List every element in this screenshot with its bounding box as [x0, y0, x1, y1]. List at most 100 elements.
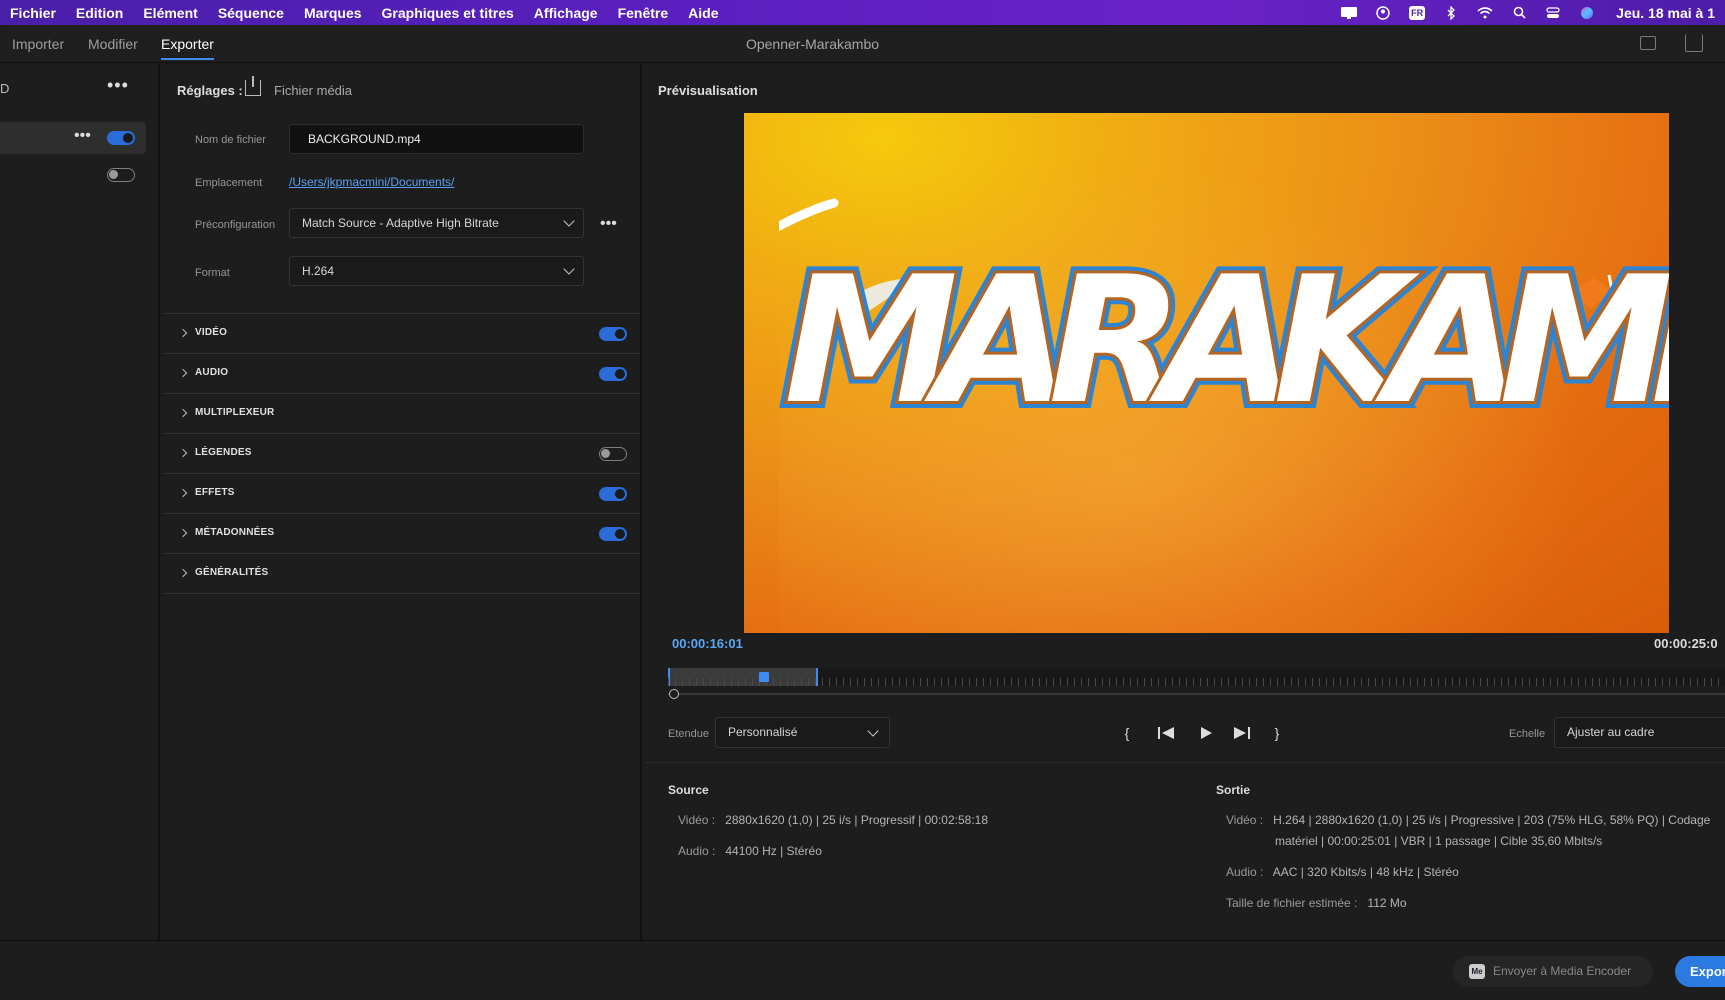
filename-input[interactable]: BACKGROUND.mp4: [289, 124, 584, 154]
chevron-right-icon: [178, 328, 188, 338]
workspace-header: Importer Modifier Exporter Openner-Marak…: [0, 25, 1725, 63]
share-icon[interactable]: [1685, 34, 1703, 52]
preset-select-value: Match Source - Adaptive High Bitrate: [302, 216, 499, 230]
send-to-media-encoder-label: Envoyer à Media Encoder: [1493, 964, 1632, 978]
menu-fichier[interactable]: Fichier: [0, 5, 66, 21]
range-select[interactable]: Personnalisé: [715, 717, 890, 748]
preview-title: Prévisualisation: [658, 83, 758, 98]
menu-fenetre[interactable]: Fenêtre: [608, 5, 679, 21]
input-source-icon[interactable]: FR: [1400, 0, 1434, 25]
filesize-line: Taille de fichier estimée : 112 Mo: [1226, 896, 1407, 910]
source-video-key: Vidéo :: [678, 813, 716, 827]
display-icon[interactable]: [1332, 0, 1366, 25]
preset-more-icon[interactable]: •••: [600, 215, 617, 233]
chevron-right-icon: [178, 368, 188, 378]
section-video[interactable]: VIDÉO: [162, 313, 640, 353]
menu-edition[interactable]: Edition: [66, 5, 133, 21]
menu-graphiques[interactable]: Graphiques et titres: [372, 5, 524, 21]
section-effects-label: EFFETS: [195, 487, 235, 498]
format-select[interactable]: H.264: [289, 256, 584, 286]
output-title: Sortie: [1216, 783, 1251, 797]
scale-select[interactable]: Ajuster au cadre: [1554, 717, 1725, 748]
chevron-right-icon: [178, 488, 188, 498]
section-general[interactable]: GÉNÉRALITÉS: [162, 553, 640, 593]
settings-panel: Réglages : Fichier média Nom de fichier …: [162, 63, 642, 940]
play-button[interactable]: [1195, 723, 1217, 743]
wifi-icon[interactable]: [1468, 0, 1502, 25]
location-link[interactable]: /Users/jkpmacmini/Documents/: [289, 175, 454, 189]
section-metadata-toggle[interactable]: [599, 527, 627, 541]
section-video-label: VIDÉO: [195, 327, 228, 338]
section-metadata[interactable]: MÉTADONNÉES: [162, 513, 640, 553]
chevron-down-icon: [563, 215, 575, 227]
timeline-scrubber[interactable]: [668, 664, 1725, 699]
menu-element[interactable]: Elément: [133, 5, 207, 21]
chevron-down-icon: [867, 725, 879, 737]
section-multiplexer[interactable]: MULTIPLEXEUR: [162, 393, 640, 433]
control-center-icon[interactable]: [1536, 0, 1570, 25]
filesize-value: 112 Mo: [1367, 896, 1407, 910]
output-video-line2: matériel | 00:00:25:01 | VBR | 1 passage…: [1275, 834, 1603, 848]
mark-in-button[interactable]: {: [1119, 723, 1135, 743]
source-audio-line: Audio : 44100 Hz | Stéréo: [678, 844, 822, 858]
step-forward-icon: [1234, 727, 1250, 739]
queue-item-media-file[interactable]: •••: [0, 122, 146, 154]
user-circle-icon[interactable]: [1366, 0, 1400, 25]
section-general-label: GÉNÉRALITÉS: [195, 567, 269, 578]
timecode-current[interactable]: 00:00:16:01: [672, 636, 743, 651]
queue-item-more-icon[interactable]: •••: [74, 127, 91, 145]
section-effects-toggle[interactable]: [599, 487, 627, 501]
chevron-right-icon: [178, 408, 188, 418]
output-audio-value: AAC | 320 Kbits/s | 48 kHz | Stéréo: [1272, 865, 1459, 879]
step-forward-button[interactable]: [1230, 723, 1254, 743]
document-title: Openner-Marakambo: [745, 36, 880, 52]
section-captions-label: LÉGENDES: [195, 447, 252, 458]
menu-marques[interactable]: Marques: [294, 5, 372, 21]
mark-out-button[interactable]: }: [1269, 723, 1285, 743]
output-audio-key: Audio :: [1226, 865, 1264, 879]
section-video-toggle[interactable]: [599, 327, 627, 341]
section-captions[interactable]: LÉGENDES: [162, 433, 640, 473]
chevron-right-icon: [178, 568, 188, 578]
footer-bar: Envoyer à Media Encoder Me Export: [0, 940, 1725, 1000]
source-video-value: 2880x1620 (1,0) | 25 i/s | Progressif | …: [725, 813, 989, 827]
export-queue: D ••• •••: [0, 63, 160, 940]
marakambo-logo: MARAKAMB MARAKAMB: [779, 198, 1669, 423]
section-captions-toggle[interactable]: [599, 447, 627, 461]
queue-item-toggle[interactable]: [107, 131, 135, 145]
output-video-key: Vidéo :: [1226, 813, 1264, 827]
chevron-right-icon: [178, 448, 188, 458]
export-button[interactable]: Export: [1675, 956, 1725, 987]
menu-sequence[interactable]: Séquence: [208, 5, 294, 21]
preview-frame[interactable]: MARAKAMB MARAKAMB: [744, 113, 1669, 633]
queue-item-2-toggle[interactable]: [107, 168, 135, 182]
bluetooth-icon[interactable]: [1434, 0, 1468, 25]
preview-panel: Prévisualisation MARAKAMB MARAKAMB 00:00…: [644, 63, 1725, 940]
source-audio-value: 44100 Hz | Stéréo: [725, 844, 822, 858]
menu-aide[interactable]: Aide: [678, 5, 728, 21]
source-audio-key: Audio :: [678, 844, 716, 858]
queue-more-icon[interactable]: •••: [107, 75, 129, 96]
menu-affichage[interactable]: Affichage: [524, 5, 608, 21]
range-label: Etendue: [668, 728, 709, 740]
app-window: Fichier Edition Elément Séquence Marques…: [0, 0, 1725, 1000]
siri-icon[interactable]: [1570, 0, 1604, 25]
section-multiplexer-label: MULTIPLEXEUR: [195, 407, 275, 418]
status-icons: FR Jeu. 18 mai à 1: [1332, 0, 1725, 25]
chevron-right-icon: [178, 528, 188, 538]
source-title: Source: [668, 783, 709, 797]
section-effects[interactable]: EFFETS: [162, 473, 640, 513]
playhead[interactable]: [759, 672, 769, 682]
step-back-button[interactable]: [1154, 723, 1178, 743]
step-back-icon: [1158, 727, 1174, 739]
format-label: Format: [195, 267, 230, 279]
section-audio-toggle[interactable]: [599, 367, 627, 381]
output-video-line: Vidéo : H.264 | 2880x1620 (1,0) | 25 i/s…: [1226, 813, 1710, 827]
zoom-handle[interactable]: [669, 689, 679, 699]
preset-select[interactable]: Match Source - Adaptive High Bitrate: [289, 208, 584, 238]
workspace-icon[interactable]: [1640, 36, 1656, 50]
section-audio[interactable]: AUDIO: [162, 353, 640, 393]
zoom-bar: [668, 693, 1725, 695]
menu-clock[interactable]: Jeu. 18 mai à 1: [1604, 5, 1725, 21]
search-icon[interactable]: [1502, 0, 1536, 25]
